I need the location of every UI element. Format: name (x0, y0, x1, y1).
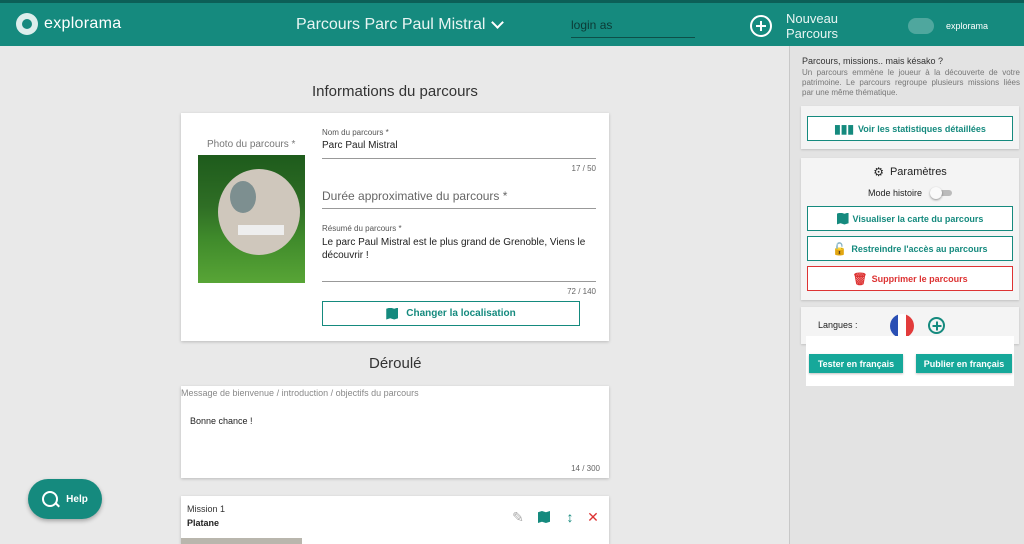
summary-label: Résumé du parcours * (322, 224, 402, 233)
summary-counter: 72 / 140 (567, 287, 596, 296)
info-section-title: Informations du parcours (312, 83, 478, 100)
delete-course-button[interactable]: 🗑 Supprimer le parcours (807, 266, 1013, 291)
course-name-value: Parc Paul Mistral (322, 140, 398, 151)
logo-text: explorama (44, 15, 122, 32)
course-name-label: Nom du parcours * (322, 128, 389, 137)
stats-button[interactable]: ▮▮▮ Voir les statistiques détaillées (807, 116, 1013, 141)
welcome-counter: 14 / 300 (571, 464, 600, 473)
publish-french-button[interactable]: Publier en français (916, 354, 1012, 373)
lock-icon: 🔓 (832, 241, 848, 256)
sidebar: Parcours, missions.. mais késako ? Un pa… (789, 46, 1024, 544)
params-title-row: ⚙ Paramètres (801, 166, 1019, 178)
stats-card: ▮▮▮ Voir les statistiques détaillées (801, 106, 1019, 149)
story-mode-row: Mode histoire (801, 187, 1019, 199)
photo-medal (230, 181, 256, 213)
welcome-value: Bonne chance ! (190, 416, 253, 426)
gear-icon: ⚙ (873, 165, 884, 179)
course-photo[interactable] (198, 155, 305, 283)
photo-label: Photo du parcours * (207, 139, 296, 150)
user-avatar-icon (908, 18, 934, 34)
info-card: Photo du parcours * Nom du parcours * Pa… (181, 113, 609, 341)
language-actions: Tester en français Publier en français (806, 336, 1014, 386)
duration-placeholder: Durée approximative du parcours * (322, 189, 508, 203)
add-language-icon[interactable] (928, 317, 945, 334)
mission-number: Mission 1 (187, 504, 226, 514)
welcome-card[interactable]: Message de bienvenue / introduction / ob… (181, 386, 609, 478)
delete-mission-icon[interactable]: ✕ (585, 509, 601, 525)
main-content: Informations du parcours Photo du parcou… (0, 46, 789, 544)
map-icon (386, 308, 398, 320)
test-french-button[interactable]: Tester en français (809, 354, 903, 373)
reorder-arrows-icon[interactable]: ↕ (562, 509, 578, 525)
summary-value: Le parc Paul Mistral est le plus grand d… (322, 237, 586, 261)
stats-button-label: Voir les statistiques détaillées (857, 123, 986, 134)
summary-field[interactable]: Résumé du parcours * Le parc Paul Mistra… (322, 224, 596, 282)
help-label: Help (66, 493, 88, 505)
mission-name: Platane (187, 518, 220, 528)
languages-label: Langues : (818, 320, 858, 330)
params-card: ⚙ Paramètres Mode histoire Visualiser la… (801, 158, 1019, 300)
story-mode-label: Mode histoire (867, 188, 923, 198)
delete-course-label: Supprimer le parcours (871, 273, 968, 284)
restrict-access-button[interactable]: 🔓 Restreindre l'accès au parcours (807, 236, 1013, 261)
search-help-icon (42, 491, 59, 507)
mission-card[interactable]: Mission 1 Platane ✎ ↕ ✕ (181, 496, 609, 544)
explorama-logo-icon (16, 13, 38, 35)
chevron-down-icon (491, 16, 505, 29)
deroule-section-title: Déroulé (369, 355, 422, 372)
photo-plaque (238, 225, 284, 235)
params-title: Paramètres (889, 166, 947, 178)
welcome-placeholder: Message de bienvenue / introduction / ob… (181, 388, 419, 398)
new-course-button[interactable]: Nouveau Parcours (750, 11, 846, 41)
story-mode-toggle[interactable] (930, 187, 953, 199)
new-course-label: Nouveau Parcours (786, 11, 839, 41)
map-icon (837, 213, 849, 225)
kesako-title: Parcours, missions.. mais késako ? (802, 56, 944, 66)
kesako-text: Un parcours emmène le joueur à la découv… (802, 68, 1020, 97)
mission-map-icon[interactable] (536, 509, 552, 525)
user-name: explorama (946, 21, 989, 31)
duration-field[interactable]: Durée approximative du parcours * (322, 189, 596, 209)
logo[interactable]: explorama (16, 13, 121, 35)
french-flag-icon[interactable] (890, 314, 914, 338)
top-bar: explorama Parcours Parc Paul Mistral log… (0, 0, 1024, 46)
course-name-field[interactable]: Nom du parcours * Parc Paul Mistral (322, 128, 596, 159)
edit-pencil-icon[interactable]: ✎ (510, 509, 526, 525)
course-select[interactable]: Parcours Parc Paul Mistral (296, 16, 505, 34)
change-location-button[interactable]: Changer la localisation (322, 301, 580, 326)
trash-icon: 🗑 (852, 271, 868, 286)
mission-thumbnail (181, 538, 302, 544)
help-button[interactable]: Help (28, 479, 102, 519)
change-location-label: Changer la localisation (406, 308, 516, 319)
bar-chart-icon: ▮▮▮ (834, 121, 854, 136)
course-select-label: Parcours Parc Paul Mistral (296, 16, 486, 33)
view-map-label: Visualiser la carte du parcours (852, 213, 984, 224)
user-menu[interactable]: explorama (908, 18, 988, 34)
course-name-counter: 17 / 50 (571, 164, 596, 173)
restrict-access-label: Restreindre l'accès au parcours (851, 243, 988, 254)
add-circle-icon (750, 15, 772, 37)
map-icon (538, 511, 550, 523)
login-as-input[interactable]: login as (571, 16, 695, 38)
view-map-button[interactable]: Visualiser la carte du parcours (807, 206, 1013, 231)
photo-stone (218, 169, 300, 255)
